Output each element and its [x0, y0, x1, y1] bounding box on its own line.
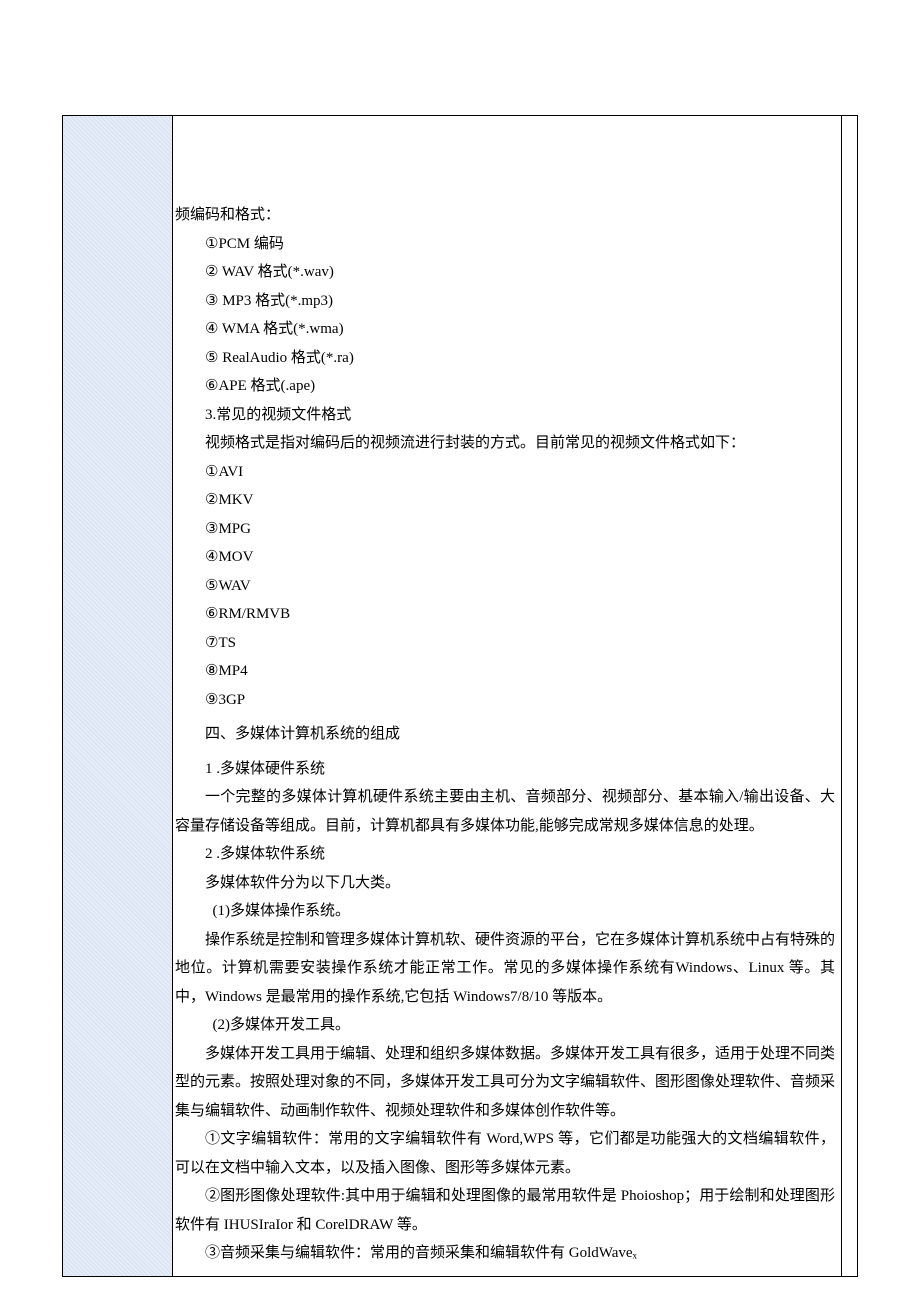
right-margin-column	[842, 116, 858, 1277]
content-column: 频编码和格式： ①PCM 编码 ② WAV 格式(*.wav) ③ MP3 格式…	[173, 116, 842, 1277]
audio-format-item: ⑤ RealAudio 格式(*.ra)	[175, 344, 835, 373]
video-format-item: ⑨3GP	[175, 686, 835, 715]
video-format-item: ⑤WAV	[175, 572, 835, 601]
video-format-item: ④MOV	[175, 543, 835, 572]
tool-text-editor: ①文字编辑软件：常用的文字编辑软件有 Word,WPS 等，它们都是功能强大的文…	[175, 1125, 835, 1182]
tool-graphics: ②图形图像处理软件:其中用于编辑和处理图像的最常用软件是 Phoioshop；用…	[175, 1182, 835, 1239]
audio-format-item: ①PCM 编码	[175, 230, 835, 259]
os-paragraph: 操作系统是控制和管理多媒体计算机软、硬件资源的平台，它在多媒体计算机系统中占有特…	[175, 926, 835, 1012]
video-format-item: ⑥RM/RMVB	[175, 600, 835, 629]
video-section-title: 3.常见的视频文件格式	[175, 401, 835, 430]
video-format-item: ⑧MP4	[175, 657, 835, 686]
devtools-title: (2)多媒体开发工具。	[175, 1011, 835, 1040]
video-format-item: ②MKV	[175, 486, 835, 515]
devtools-paragraph: 多媒体开发工具用于编辑、处理和组织多媒体数据。多媒体开发工具有很多，适用于处理不…	[175, 1040, 835, 1126]
software-title: 2 .多媒体软件系统	[175, 840, 835, 869]
audio-heading: 频编码和格式：	[175, 201, 835, 230]
hardware-paragraph: 一个完整的多媒体计算机硬件系统主要由主机、音频部分、视频部分、基本输入/输出设备…	[175, 783, 835, 840]
audio-format-item: ⑥APE 格式(.ape)	[175, 372, 835, 401]
audio-format-item: ④ WMA 格式(*.wma)	[175, 315, 835, 344]
video-intro: 视频格式是指对编码后的视频流进行封装的方式。目前常见的视频文件格式如下：	[175, 429, 835, 458]
video-format-item: ①AVI	[175, 458, 835, 487]
video-format-item: ⑦TS	[175, 629, 835, 658]
sidebar-column	[63, 116, 173, 1277]
audio-format-item: ② WAV 格式(*.wav)	[175, 258, 835, 287]
tool-audio: ③音频采集与编辑软件：常用的音频采集和编辑软件有 GoldWaveₓ	[175, 1239, 835, 1268]
hardware-title: 1 .多媒体硬件系统	[175, 755, 835, 784]
system-heading: 四、多媒体计算机系统的组成	[175, 720, 835, 749]
os-title: (1)多媒体操作系统。	[175, 897, 835, 926]
audio-format-item: ③ MP3 格式(*.mp3)	[175, 287, 835, 316]
software-intro: 多媒体软件分为以下几大类。	[175, 869, 835, 898]
video-format-item: ③MPG	[175, 515, 835, 544]
